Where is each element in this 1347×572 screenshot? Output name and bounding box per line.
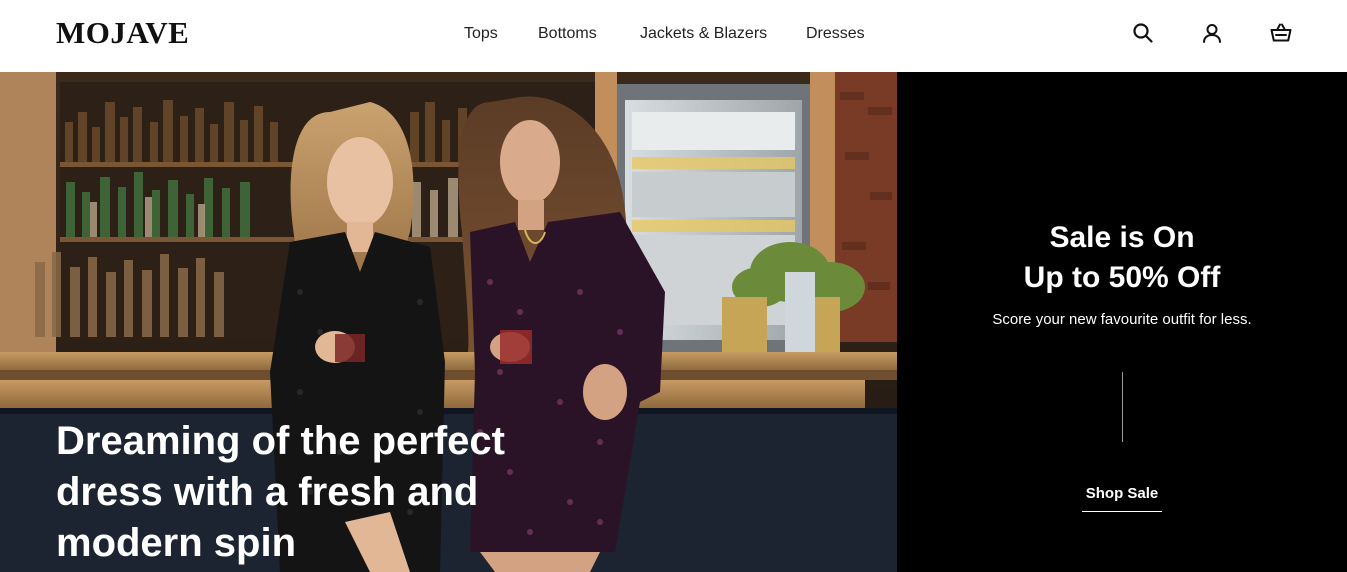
hero-banner[interactable]: Dreaming of the perfect dress with a fre… xyxy=(0,72,897,572)
site-header: MOJAVE Tops Bottoms Jackets & Blazers Dr… xyxy=(0,0,1347,72)
cart-icon[interactable] xyxy=(1269,21,1293,45)
nav-item-jackets-blazers[interactable]: Jackets & Blazers xyxy=(640,24,767,44)
promo-headline-line2: Up to 50% Off xyxy=(1023,261,1221,294)
promo-panel: Sale is On Up to 50% Off Score your new … xyxy=(897,72,1347,572)
nav-item-tops[interactable]: Tops xyxy=(464,24,498,44)
promo-subtext: Score your new favourite outfit for less… xyxy=(992,311,1252,328)
nav-item-bottoms[interactable]: Bottoms xyxy=(538,24,597,44)
promo-headline-line1: Sale is On xyxy=(1049,221,1195,254)
account-icon[interactable] xyxy=(1200,21,1224,45)
nav-item-dresses[interactable]: Dresses xyxy=(806,24,865,44)
promo-divider xyxy=(1122,372,1123,442)
shop-sale-link[interactable]: Shop Sale xyxy=(1082,484,1162,512)
search-icon[interactable] xyxy=(1131,21,1155,45)
hero-title: Dreaming of the perfect dress with a fre… xyxy=(56,419,505,565)
